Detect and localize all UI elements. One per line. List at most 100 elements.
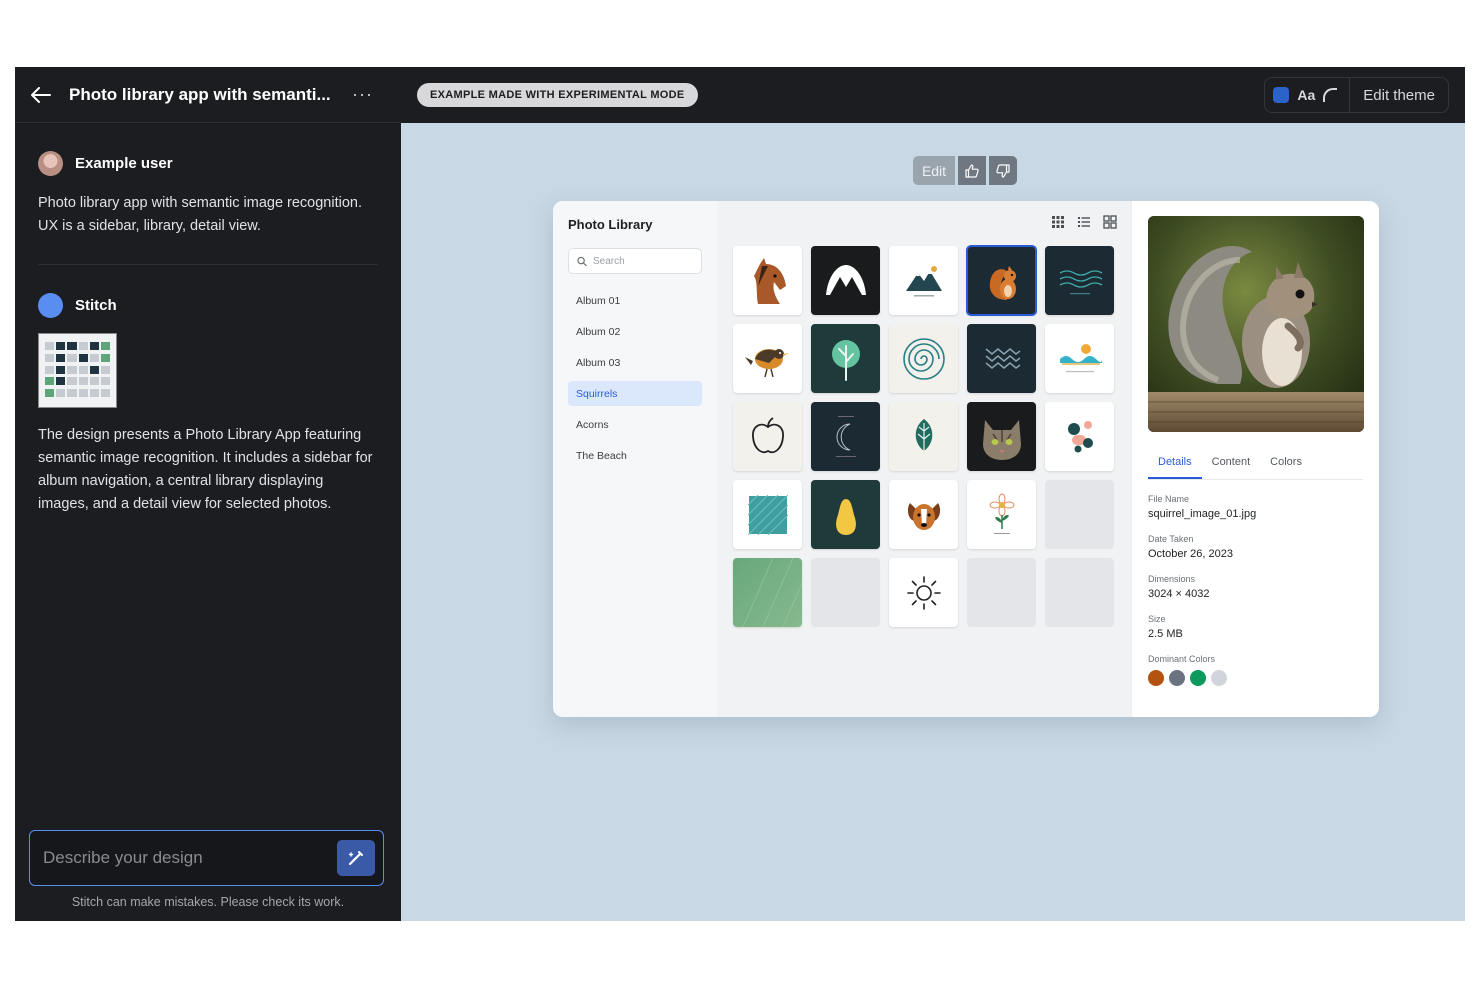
assistant-author: Stitch: [38, 293, 378, 318]
color-swatch[interactable]: [1211, 670, 1227, 686]
edit-button[interactable]: Edit: [913, 156, 955, 185]
stitch-avatar: [38, 293, 63, 318]
leaf-icon: [915, 418, 932, 457]
color-swatch[interactable]: [1169, 670, 1185, 686]
divider: [38, 264, 378, 265]
photo-tile-placeholder[interactable]: [1045, 480, 1114, 549]
squirrel-icon: [989, 265, 1016, 300]
photo-tile[interactable]: [811, 324, 880, 393]
date-taken-value: October 26, 2023: [1148, 548, 1234, 560]
bird-icon: [744, 348, 789, 377]
photo-tile[interactable]: [889, 246, 958, 315]
tab-colors[interactable]: Colors: [1260, 452, 1312, 479]
squirrel-photo: [1148, 216, 1364, 432]
photo-tile[interactable]: [889, 402, 958, 471]
zigzag-icon: [985, 347, 1020, 369]
design-thumbnail[interactable]: [38, 333, 117, 408]
horse-icon: [753, 257, 786, 304]
dimensions-label: Dimensions: [1148, 574, 1196, 584]
photo-tile[interactable]: [889, 324, 958, 393]
thumbs-down-button[interactable]: [989, 156, 1017, 185]
color-swatch[interactable]: [1148, 670, 1164, 686]
photo-tile[interactable]: [1045, 324, 1114, 393]
generate-button[interactable]: [337, 840, 375, 876]
chat-panel: Photo library app with semanti... ··· Ex…: [15, 67, 401, 921]
font-button[interactable]: Aa: [1297, 87, 1315, 103]
detail-panel: Details Content Colors File Name squirre…: [1131, 201, 1379, 717]
corner-radius-icon[interactable]: [1323, 88, 1338, 102]
photo-grid: [733, 245, 1114, 627]
moon-icon: [835, 415, 856, 457]
assistant-message: Stitch The design presents a Photo Libra…: [15, 293, 401, 516]
photo-tile-selected[interactable]: [966, 245, 1037, 316]
disclaimer-text: Stitch can make mistakes. Please check i…: [71, 895, 345, 909]
magic-pen-icon: [348, 851, 363, 866]
photo-tile[interactable]: [733, 558, 802, 627]
size-label: Size: [1148, 614, 1166, 624]
photo-tile[interactable]: [811, 402, 880, 471]
album-item[interactable]: Album 03: [568, 350, 702, 375]
grid-small-icon[interactable]: [1051, 215, 1065, 229]
photo-tile[interactable]: [733, 246, 802, 315]
pear-icon: [835, 492, 856, 535]
color-swatch[interactable]: [1190, 670, 1206, 686]
album-item-active[interactable]: Squirrels: [568, 381, 702, 406]
library-title: Photo Library: [568, 217, 653, 232]
photo-tile[interactable]: [1045, 402, 1114, 471]
dominant-colors-label: Dominant Colors: [1148, 654, 1216, 664]
photo-tile[interactable]: [889, 480, 958, 549]
project-title: Photo library app with semanti...: [69, 84, 331, 104]
thumbs-down-icon: [996, 163, 1010, 178]
prompt-input[interactable]: [43, 848, 337, 868]
theme-controls: Aa Edit theme: [1264, 77, 1449, 113]
selected-photo: [1148, 216, 1364, 432]
screen-toolbar: Edit: [913, 156, 1017, 185]
tree-icon: [831, 339, 860, 381]
photo-tile-placeholder[interactable]: [811, 558, 880, 627]
photo-tile[interactable]: [733, 402, 802, 471]
tab-details[interactable]: Details: [1148, 452, 1202, 479]
photo-tile[interactable]: [811, 480, 880, 549]
spiral-icon: [902, 337, 945, 380]
library-sidebar: Photo Library Album 01 Album 02 Album 03…: [553, 201, 717, 717]
user-author: Example user: [38, 151, 378, 176]
app-window: Photo library app with semanti... ··· Ex…: [15, 67, 1465, 921]
back-arrow-icon[interactable]: [29, 83, 53, 107]
view-toggle: [1051, 215, 1117, 229]
edit-theme-button[interactable]: Edit theme: [1350, 87, 1448, 104]
chat-header: Photo library app with semanti... ···: [15, 67, 401, 123]
dog-icon: [907, 502, 940, 530]
photo-tile[interactable]: [967, 480, 1036, 549]
photo-tile[interactable]: [967, 324, 1036, 393]
photo-library-screen: Photo Library Album 01 Album 02 Album 03…: [553, 201, 1379, 717]
tab-content[interactable]: Content: [1202, 452, 1261, 479]
waves-icon: [1059, 269, 1102, 294]
photo-tile-placeholder[interactable]: [1045, 558, 1114, 627]
experimental-badge: EXAMPLE MADE WITH EXPERIMENTAL MODE: [417, 83, 698, 107]
photo-tile[interactable]: [889, 558, 958, 627]
thumbs-up-button[interactable]: [958, 156, 986, 185]
album-item[interactable]: Album 01: [568, 288, 702, 313]
color-swatch-icon[interactable]: [1273, 87, 1290, 103]
photo-tile[interactable]: [967, 402, 1036, 471]
grid-large-icon[interactable]: [1103, 215, 1117, 229]
mountain-arch-icon: [825, 264, 866, 295]
photo-tile-placeholder[interactable]: [967, 558, 1036, 627]
prompt-composer: [29, 830, 384, 886]
avatar: [38, 151, 63, 176]
search-input[interactable]: [593, 255, 693, 267]
search-icon: [577, 256, 587, 266]
album-item[interactable]: Album 02: [568, 319, 702, 344]
flower-icon: [989, 493, 1014, 534]
photo-tile[interactable]: [733, 324, 802, 393]
album-item[interactable]: The Beach: [568, 443, 702, 468]
more-options-icon[interactable]: ···: [352, 84, 387, 105]
detail-tabs: Details Content Colors: [1148, 452, 1363, 480]
photo-tile[interactable]: [733, 480, 802, 549]
abstract-shapes-icon: [1067, 420, 1093, 452]
list-icon[interactable]: [1077, 215, 1091, 229]
album-item[interactable]: Acorns: [568, 412, 702, 437]
photo-tile[interactable]: [1045, 246, 1114, 315]
file-name-label: File Name: [1148, 494, 1190, 504]
photo-tile[interactable]: [811, 246, 880, 315]
